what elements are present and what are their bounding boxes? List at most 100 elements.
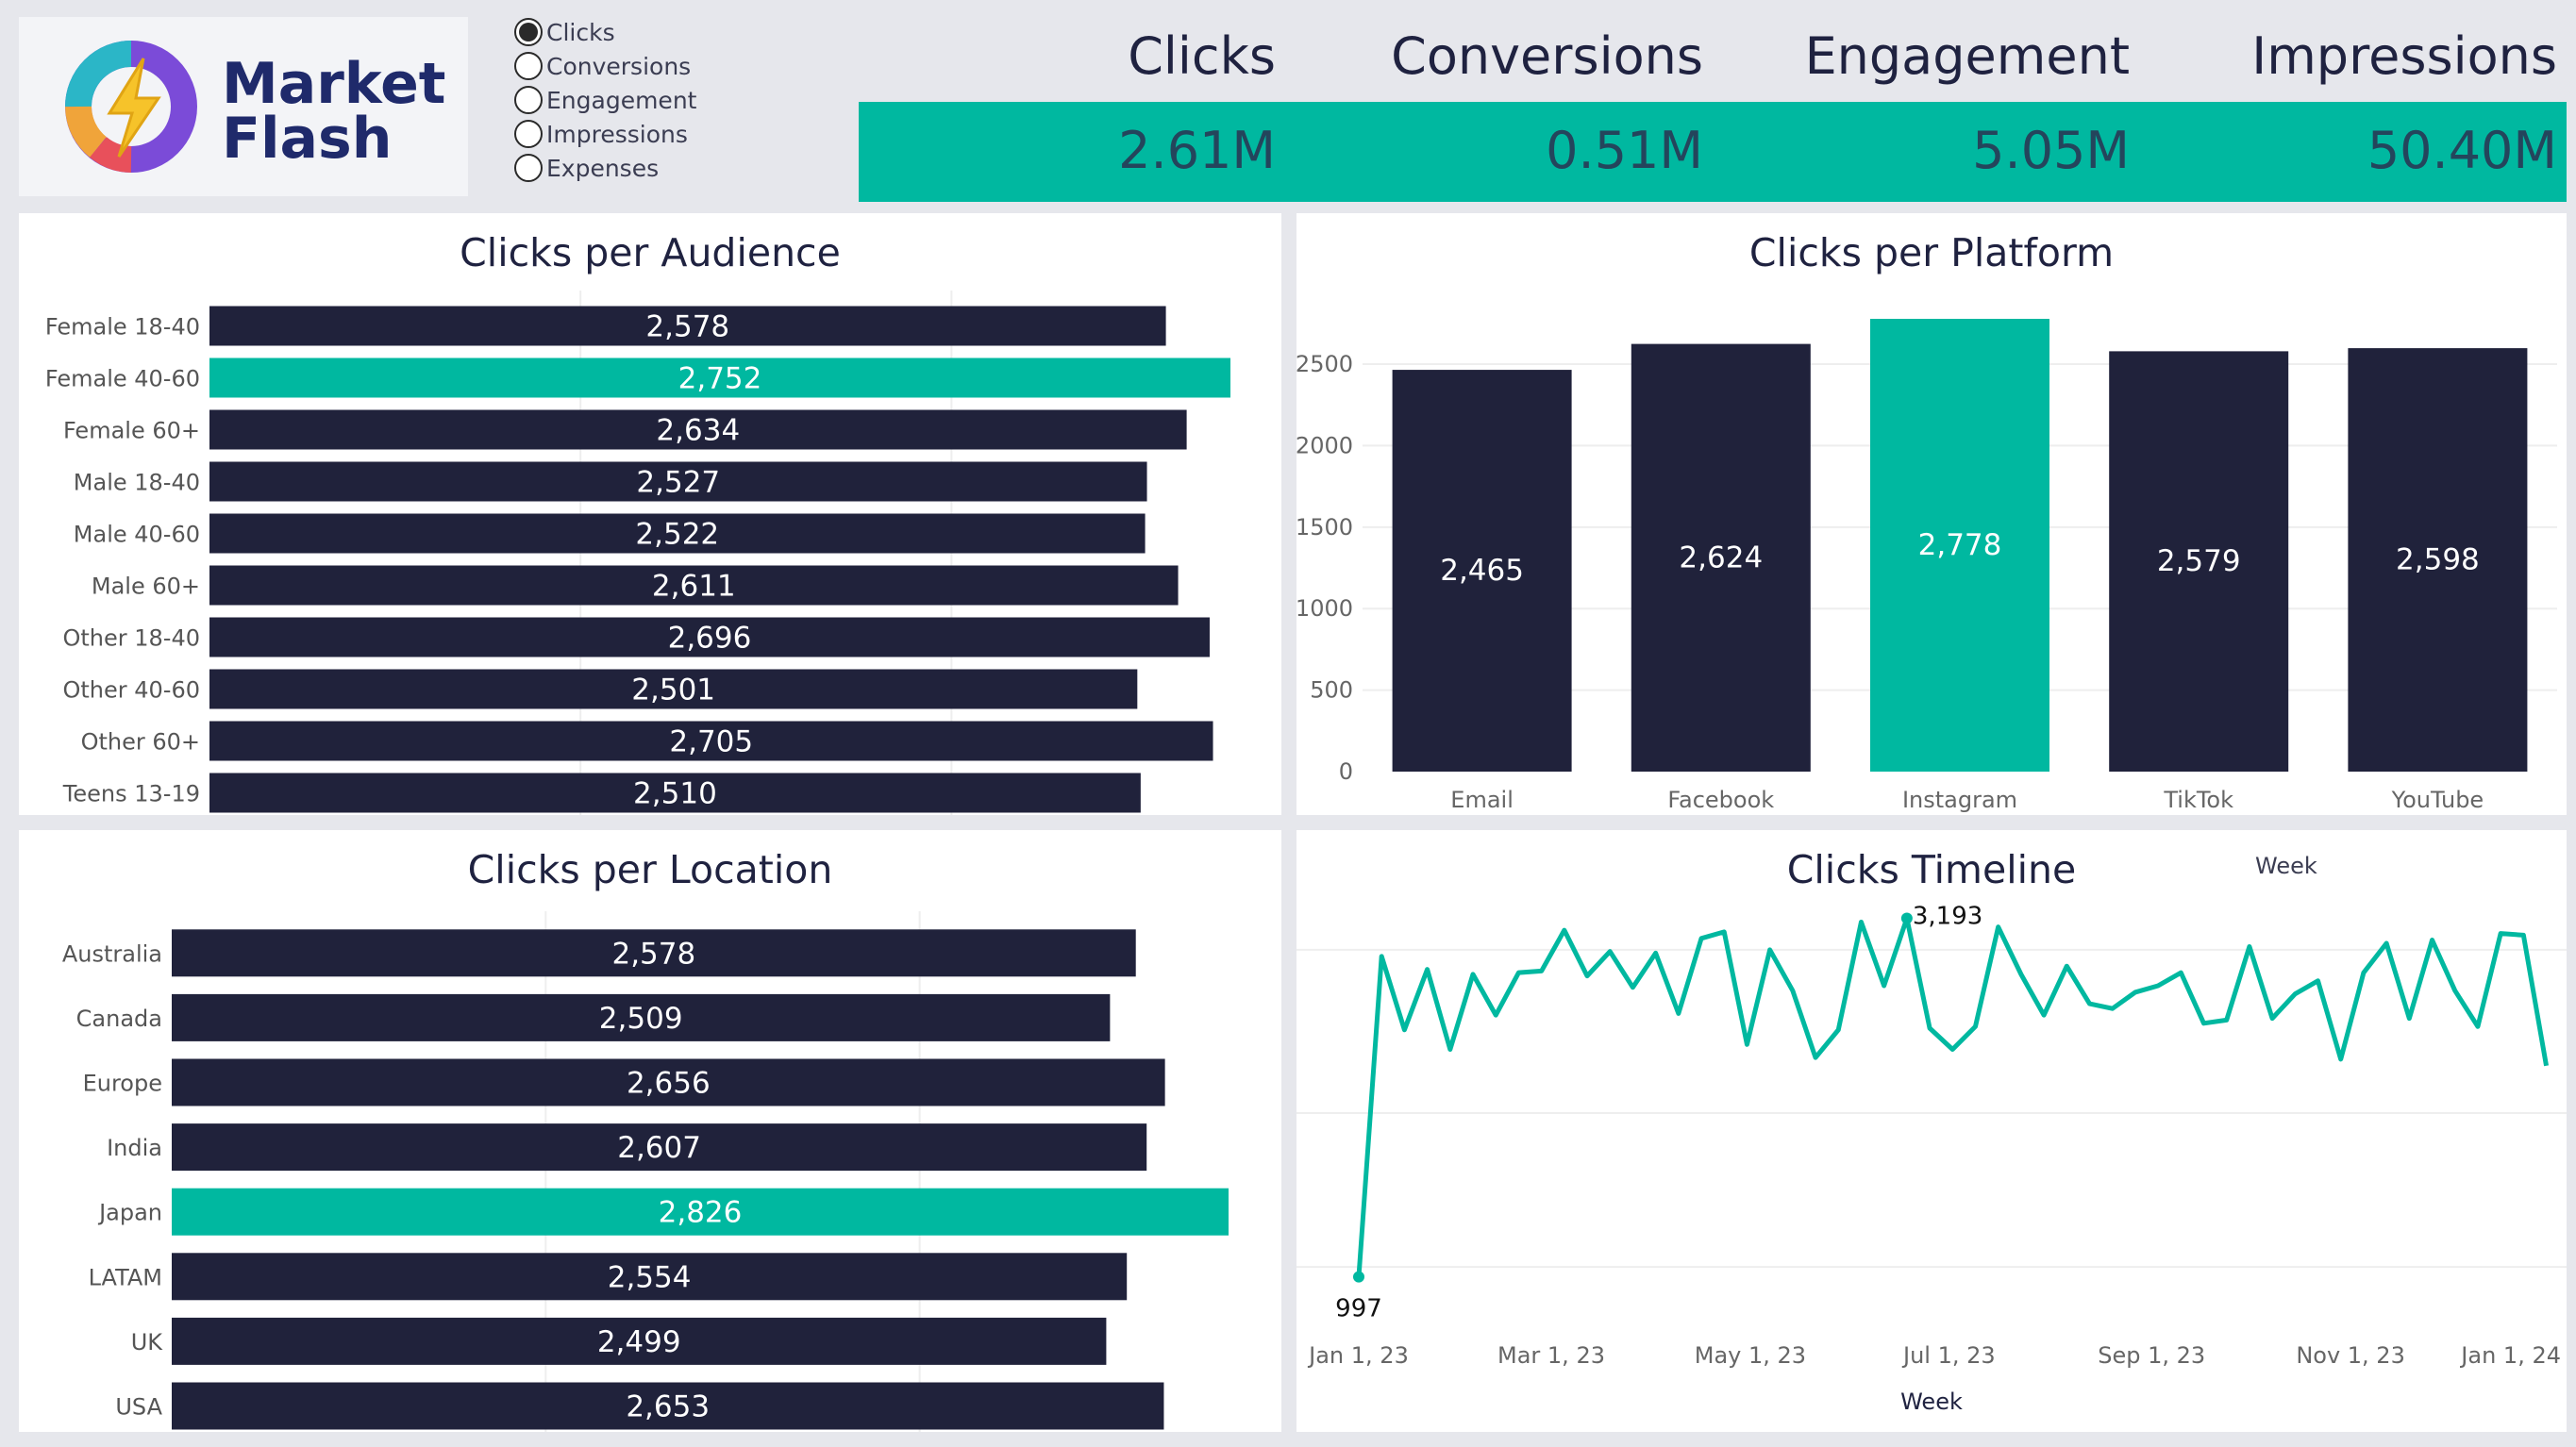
category-label: Other 60+	[81, 729, 200, 756]
bar-value-label: 2,522	[635, 518, 719, 552]
annotation-point	[1900, 912, 1913, 924]
x-tick-label: Jan 1, 24	[2459, 1342, 2561, 1369]
category-label: UK	[131, 1329, 164, 1356]
kpi-label: Impressions	[2251, 26, 2557, 86]
bar-value-label: 2,624	[1679, 541, 1763, 574]
bar-value-label: 2,653	[626, 1390, 710, 1424]
annotation-label: 997	[1335, 1295, 1382, 1323]
metric-option-label: Impressions	[546, 120, 688, 148]
annotation-point	[1353, 1271, 1364, 1283]
y-tick-label: 500	[1310, 677, 1353, 704]
y-tick-label: 1000	[1296, 595, 1353, 622]
bar-value-label: 2,607	[617, 1131, 701, 1165]
y-tick-label: 1500	[1296, 514, 1353, 541]
radio-button-icon[interactable]	[514, 86, 543, 114]
platform-chart: 0 500 1000 1500 2000 2500 2,465 Email 2,624 Faceb…	[1296, 319, 2557, 813]
metric-option-engagement[interactable]: Engagement	[514, 83, 696, 117]
category-label: India	[107, 1135, 162, 1161]
metric-option-expenses[interactable]: Expenses	[514, 151, 696, 185]
kpi-value: 50.40M	[2367, 121, 2557, 180]
bar-value-label: 2,778	[1918, 528, 2002, 562]
x-tick-label: Jan 1, 23	[1307, 1342, 1409, 1369]
kpi-label: Conversions	[1391, 26, 1703, 86]
kpi-label: Engagement	[1804, 26, 2130, 86]
x-tick-label: TikTok	[2163, 787, 2233, 813]
category-label: Male 18-40	[74, 470, 200, 496]
kpi-band	[859, 102, 2567, 202]
category-label: Other 40-60	[62, 677, 200, 704]
radio-button-icon[interactable]	[514, 52, 543, 80]
bar-value-label: 2,579	[2157, 544, 2241, 578]
lightning-logo-icon	[65, 41, 197, 173]
metric-option-clicks[interactable]: Clicks	[514, 15, 696, 49]
category-label: Male 60+	[92, 574, 200, 600]
bar-value-label: 2,656	[627, 1067, 711, 1101]
timeline-chart: Jan 1, 23 Mar 1, 23 May 1, 23 Jul 1, 23 Sep …	[1296, 903, 2567, 1415]
bar-value-label: 2,598	[2396, 543, 2480, 577]
radio-button-icon[interactable]	[514, 120, 543, 148]
category-label: Female 40-60	[45, 366, 200, 392]
category-label: Female 60+	[63, 418, 200, 444]
bar-value-label: 2,465	[1440, 554, 1524, 588]
x-axis-title: Week	[1900, 1389, 1963, 1415]
x-tick-label: Mar 1, 23	[1497, 1342, 1605, 1369]
x-tick-label: Jul 1, 23	[1901, 1342, 1996, 1369]
metric-option-label: Conversions	[546, 52, 692, 80]
category-label: Japan	[97, 1200, 162, 1226]
bar-value-label: 2,510	[633, 777, 717, 811]
bar-value-label: 2,611	[652, 570, 736, 604]
logo: Market Flash	[19, 17, 468, 196]
bar-value-label: 2,499	[597, 1325, 681, 1359]
bar-value-label: 2,578	[611, 937, 695, 971]
kpi-value: 2.61M	[1118, 121, 1276, 180]
bar-value-label: 2,578	[645, 310, 729, 344]
bar-value-label: 2,509	[599, 1002, 683, 1036]
metric-option-label: Expenses	[546, 154, 660, 182]
brand-line-2: Flash	[222, 106, 393, 172]
radio-button-icon[interactable]	[514, 154, 543, 182]
radio-button-icon[interactable]	[514, 18, 543, 46]
bar-value-label: 2,501	[631, 674, 715, 707]
metric-selector: Clicks Conversions Engagement Impressions Ex…	[514, 15, 696, 185]
location-chart: Australia 2,578 Canada 2,509 Europe 2,656 Indi…	[62, 911, 1229, 1432]
x-tick-label: Email	[1450, 787, 1514, 813]
category-label: Male 40-60	[74, 522, 200, 548]
location-panel: Clicks per Location Australia 2,578 Canada…	[19, 830, 1281, 1432]
bar-value-label: 2,634	[656, 414, 740, 448]
kpi-label: Clicks	[1128, 26, 1276, 86]
x-tick-label: Sep 1, 23	[2098, 1342, 2205, 1369]
x-tick-label: Nov 1, 23	[2296, 1342, 2405, 1369]
bar-value-label: 2,705	[669, 725, 753, 759]
timeline-line	[1356, 916, 2550, 1277]
category-label: Canada	[76, 1006, 162, 1032]
category-label: LATAM	[89, 1264, 162, 1290]
category-label: Teens 13-19	[62, 781, 200, 807]
x-tick-label: YouTube	[2391, 787, 2484, 813]
category-label: USA	[115, 1394, 162, 1421]
bar-value-label: 2,554	[608, 1260, 692, 1294]
metric-option-impressions[interactable]: Impressions	[514, 117, 696, 151]
y-tick-label: 2500	[1296, 351, 1353, 377]
metric-option-label: Engagement	[546, 86, 697, 114]
kpi-value: 0.51M	[1546, 121, 1703, 180]
bar-value-label: 2,826	[659, 1196, 743, 1230]
metric-option-conversions[interactable]: Conversions	[514, 49, 696, 83]
brand-line-1: Market	[222, 51, 446, 117]
bar-value-label: 2,752	[678, 362, 762, 396]
timeline-panel: Clicks Timeline Week Jan 1, 23 Mar 1, 23 M…	[1296, 830, 2567, 1432]
brand-name: Market Flash	[222, 51, 446, 172]
x-tick-label: May 1, 23	[1695, 1342, 1806, 1369]
y-tick-label: 0	[1339, 758, 1353, 785]
audience-chart: Female 18-40 2,578 Female 40-60 2,752 Female…	[45, 291, 1230, 815]
annotation-label: 3,193	[1913, 903, 1982, 931]
x-tick-label: Instagram	[1902, 787, 2017, 813]
bar-value-label: 2,696	[668, 622, 752, 656]
x-tick-label: Facebook	[1667, 787, 1774, 813]
category-label: Other 18-40	[62, 625, 200, 652]
kpi-value: 5.05M	[1972, 121, 2130, 180]
platform-panel: Clicks per Platform 0 500 1000 1500 2000 2500…	[1296, 213, 2567, 815]
category-label: Australia	[62, 940, 162, 967]
category-label: Female 18-40	[45, 314, 200, 341]
metric-option-label: Clicks	[546, 18, 615, 46]
bar-value-label: 2,527	[636, 466, 720, 500]
